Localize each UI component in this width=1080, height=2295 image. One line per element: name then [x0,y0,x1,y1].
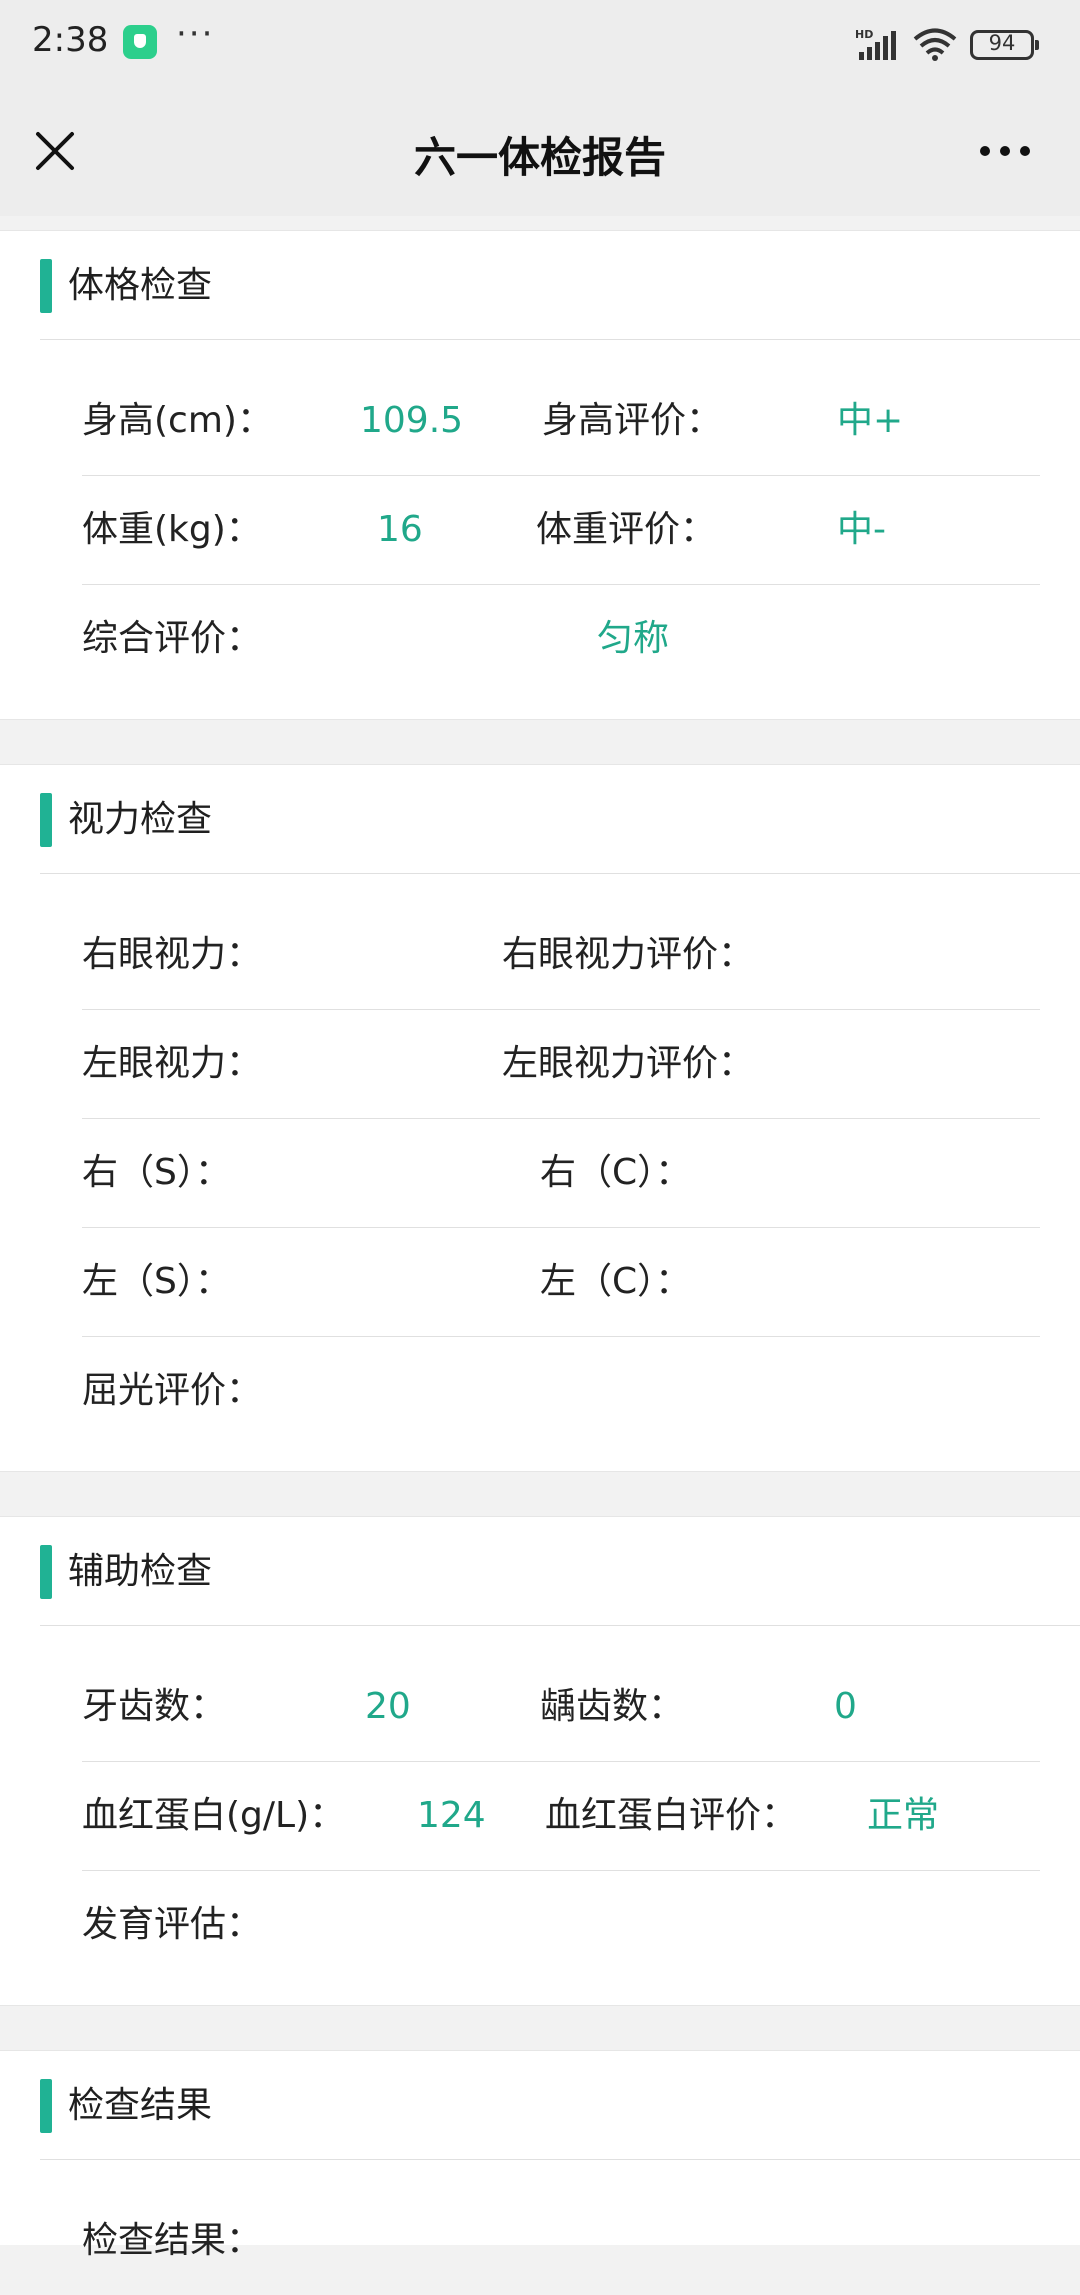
section-accent-bar [40,2079,52,2133]
physical-exam-section: 体格检查 身高(cm)： 109.5 身高评价： 中+ 体重(kg)： 16 体… [0,230,1080,720]
hemoglobin-row: 血红蛋白(g/L)： 124 血红蛋白评价： 正常 [82,1762,1040,1871]
auxiliary-exam-section: 辅助检查 牙齿数： 20 龋齿数： 0 血红蛋白(g/L)： 124 血红蛋白评… [0,1516,1080,2006]
weight-row: 体重(kg)： 16 体重评价： 中- [82,476,1040,585]
right-eye-eval-label: 右眼视力评价： [502,934,755,975]
section-header: 检查结果 [40,2051,1080,2160]
wifi-icon [913,28,957,61]
hemoglobin-value: 124 [417,1795,486,1836]
teeth-value: 20 [365,1686,411,1727]
overall-value: 匀称 [597,618,670,659]
battery-icon: 94 [970,30,1039,60]
height-row: 身高(cm)： 109.5 身高评价： 中+ [82,367,1040,476]
eye-vision-row: 右眼视力： 右眼视力评价： [82,901,1040,1010]
section-title: 体格检查 [68,265,213,306]
section-title: 视力检查 [68,799,213,840]
nav-bar: 六一体检报告 [0,88,1080,216]
signal-icon: HD [855,28,896,60]
left-c-label: 左（C）： [540,1261,692,1302]
hemoglobin-label: 血红蛋白(g/L)： [82,1795,346,1836]
app-notification-icon [123,25,157,59]
hemoglobin-eval-label: 血红蛋白评价： [545,1795,798,1836]
weight-value: 16 [377,509,423,550]
result-label: 检查结果： [82,2220,263,2261]
result-section: 检查结果 检查结果： [0,2050,1080,2261]
left-eye-eval-label: 左眼视力评价： [502,1043,755,1084]
weight-eval-label: 体重评价： [536,509,717,550]
overall-row: 综合评价： 匀称 [82,585,1040,693]
teeth-label: 牙齿数： [82,1686,227,1727]
status-time: 2:38 [32,20,109,60]
right-s-label: 右（S）： [82,1152,231,1193]
refraction-label: 屈光评价： [82,1370,263,1411]
svg-text:HD: HD [855,28,873,41]
battery-level: 94 [988,31,1016,55]
section-header: 体格检查 [40,231,1080,340]
caries-label: 龋齿数： [540,1686,685,1727]
page-title: 六一体检报告 [413,133,666,182]
height-eval-value: 中+ [837,400,904,441]
left-sc-row: 左（S）： 左（C）： [82,1228,1040,1337]
section-accent-bar [40,259,52,313]
weight-eval-value: 中- [837,509,886,550]
section-accent-bar [40,793,52,847]
result-row: 检查结果： [82,2187,1040,2295]
height-label: 身高(cm)： [82,400,273,441]
left-s-label: 左（S）： [82,1261,231,1302]
development-row: 发育评估： [82,1871,1040,1979]
section-title: 检查结果 [68,2085,213,2126]
caries-value: 0 [834,1686,857,1727]
teeth-row: 牙齿数： 20 龋齿数： 0 [82,1653,1040,1762]
hemoglobin-eval-value: 正常 [867,1795,940,1836]
development-label: 发育评估： [82,1904,263,1945]
left-eye-label: 左眼视力： [82,1043,263,1084]
height-eval-label: 身高评价： [542,400,723,441]
vision-exam-section: 视力检查 右眼视力： 右眼视力评价： 左眼视力： 左眼视力评价： 右（S）： 右… [0,764,1080,1472]
right-sc-row: 右（S）： 右（C）： [82,1119,1040,1228]
section-title: 辅助检查 [68,1551,213,1592]
more-notifications-icon: ··· [176,14,215,54]
section-accent-bar [40,1545,52,1599]
height-value: 109.5 [360,400,464,441]
overall-label: 综合评价： [82,618,263,659]
left-eye-row: 左眼视力： 左眼视力评价： [82,1010,1040,1119]
section-header: 辅助检查 [40,1517,1080,1626]
right-c-label: 右（C）： [540,1152,692,1193]
section-header: 视力检查 [40,765,1080,874]
weight-label: 体重(kg)： [82,509,262,550]
refraction-row: 屈光评价： [82,1337,1040,1445]
status-bar: 2:38 ··· HD 94 [0,0,1080,88]
more-options-icon[interactable] [975,124,1035,178]
right-eye-label: 右眼视力： [82,934,263,975]
